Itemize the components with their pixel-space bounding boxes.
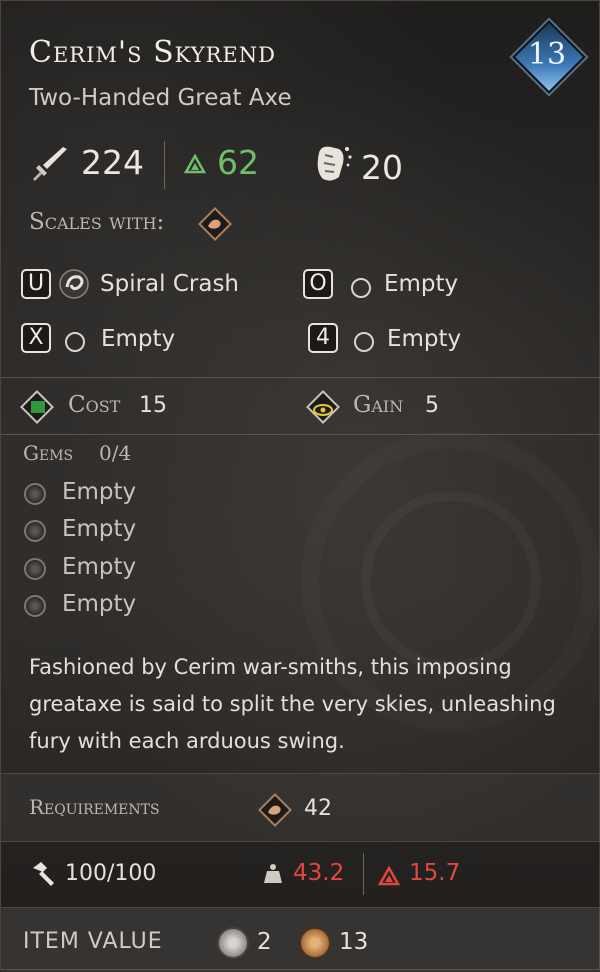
upgrade-penalty-value: 15.7 xyxy=(409,860,461,886)
skill-slot-4-name[interactable]: Empty xyxy=(387,326,461,352)
cost-value: 15 xyxy=(139,393,167,418)
item-level-badge: 13 xyxy=(512,20,586,94)
skill-slot-2-name[interactable]: Empty xyxy=(384,271,458,297)
gem-slot-1[interactable]: Empty xyxy=(62,479,136,505)
spiral-crash-icon[interactable] xyxy=(57,267,91,301)
durability-value: 100/100 xyxy=(65,861,157,886)
empty-slot-icon xyxy=(351,278,371,298)
key-x: X xyxy=(21,323,51,353)
focus-gain-eye-glyph xyxy=(313,401,333,416)
gems-label: Gems xyxy=(23,441,74,465)
stat-divider xyxy=(363,853,364,895)
upgrade-bonus-value: 62 xyxy=(217,143,259,182)
strength-arm-glyph xyxy=(264,800,286,820)
item-type: Two-Handed Great Axe xyxy=(29,85,292,111)
cost-label: Cost xyxy=(68,392,121,418)
item-description: Fashioned by Cerim war-smiths, this impo… xyxy=(29,655,556,753)
key-o: O xyxy=(303,269,333,299)
item-tooltip-panel: Cerim's Skyrend Two-Handed Great Axe 13 … xyxy=(0,0,600,972)
empty-slot-icon xyxy=(354,332,374,352)
item-value-label: ITEM VALUE xyxy=(23,929,163,954)
stagger-value: 20 xyxy=(361,148,403,187)
stat-divider xyxy=(164,141,165,189)
gem-socket-icon xyxy=(24,483,46,505)
gems-count: 0/4 xyxy=(99,441,132,465)
requirements-label: Requirements xyxy=(29,795,160,819)
section-divider xyxy=(1,377,600,378)
weight-icon xyxy=(263,863,283,885)
gem-slot-3[interactable]: Empty xyxy=(62,554,136,580)
damage-value: 224 xyxy=(81,143,144,182)
key-4: 4 xyxy=(308,323,338,353)
gem-socket-icon xyxy=(24,595,46,617)
focus-cost-glyph xyxy=(31,401,45,413)
skill-slot-1-name[interactable]: Spiral Crash xyxy=(100,271,239,297)
gem-slot-2[interactable]: Empty xyxy=(62,516,136,542)
item-level: 13 xyxy=(527,37,567,72)
hammer-durability-icon xyxy=(29,860,57,888)
gem-slot-4[interactable]: Empty xyxy=(62,591,136,617)
sword-damage-icon xyxy=(29,143,69,183)
empty-slot-icon xyxy=(65,332,85,352)
section-divider xyxy=(1,434,600,435)
gold-value: 13 xyxy=(339,929,369,955)
gain-label: Gain xyxy=(353,392,404,418)
background-emblem-inner xyxy=(361,491,541,671)
item-name: Cerim's Skyrend xyxy=(29,35,276,70)
gain-value: 5 xyxy=(425,393,439,418)
silver-coin-icon xyxy=(217,927,249,959)
silver-value: 2 xyxy=(257,929,272,955)
scales-with-label: Scales with: xyxy=(29,209,165,235)
key-u: U xyxy=(21,269,51,299)
weight-value: 43.2 xyxy=(293,860,345,886)
gem-socket-icon xyxy=(24,558,46,580)
strength-requirement-value: 42 xyxy=(304,796,332,821)
strength-arm-glyph xyxy=(204,214,226,234)
skill-slot-3-name[interactable]: Empty xyxy=(101,326,175,352)
gold-coin-icon xyxy=(299,927,331,959)
upgrade-triangle-icon xyxy=(183,153,207,174)
upgrade-triangle-icon xyxy=(377,865,401,886)
gem-socket-icon xyxy=(24,520,46,542)
stagger-fist-icon xyxy=(311,141,353,187)
